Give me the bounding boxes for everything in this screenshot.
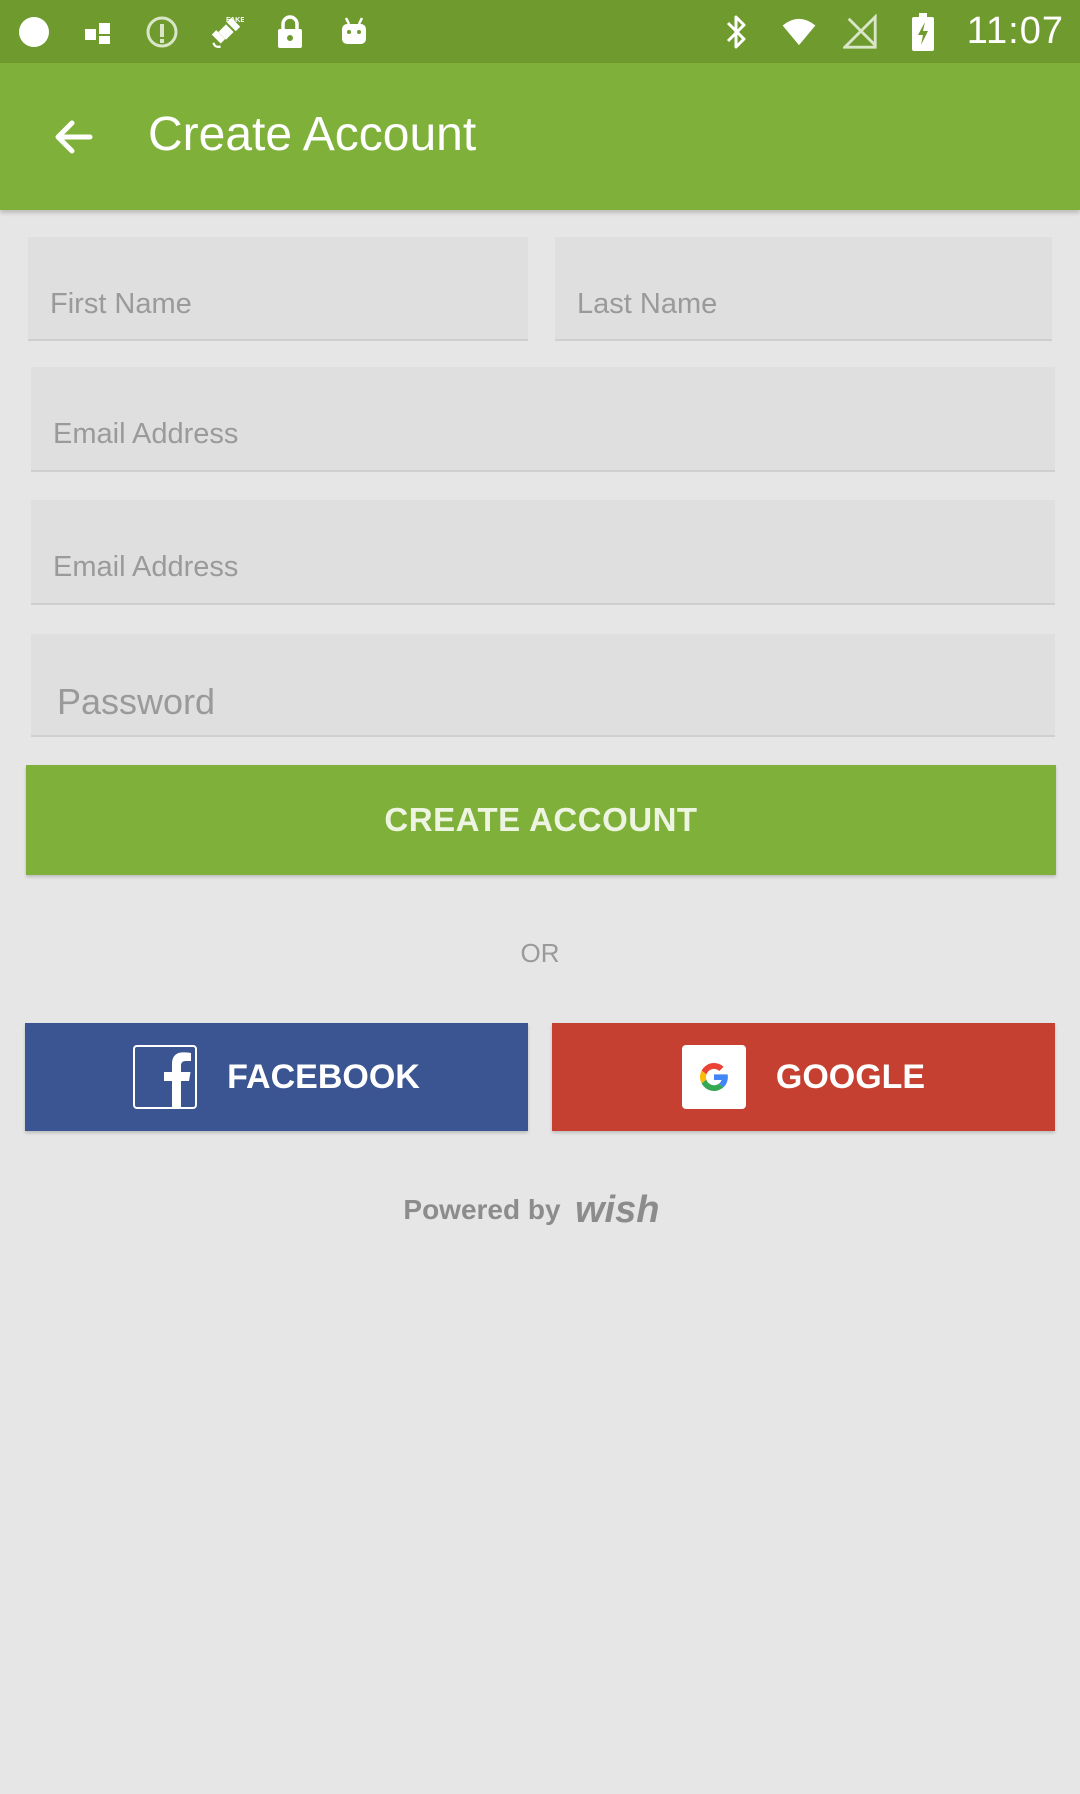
google-label: GOOGLE [775,1057,926,1096]
no-signal-icon [842,13,879,50]
grid-icon [80,14,116,50]
confirm-email-field-container [31,500,1055,605]
password-field[interactable] [31,634,1055,735]
arrow-left-icon [55,120,93,154]
facebook-label: FACEBOOK [227,1057,420,1096]
last-name-field-container [555,237,1052,341]
battery-charging-icon [905,12,941,51]
wifi-icon [781,14,817,50]
toolbar: Create Account [0,63,1080,210]
status-bar-right: 11:07 [719,0,1064,63]
password-field-container [31,634,1055,737]
create-account-button[interactable]: CREATE ACCOUNT [26,765,1056,875]
svg-text:wish: wish [575,1190,659,1230]
or-separator: OR [520,938,560,968]
facebook-icon [133,1045,198,1109]
email-field-container [31,367,1055,472]
lock-icon [272,14,308,50]
wish-logo: wish [575,1190,659,1230]
status-bar-left: FAKE [16,0,372,63]
powered-by: Powered by wish [0,1190,1080,1230]
first-name-field[interactable] [28,237,528,339]
svg-text:FAKE: FAKE [226,15,244,24]
android-icon [336,14,372,50]
info-icon [144,14,180,50]
bluetooth-icon [719,14,755,50]
facebook-login-button[interactable]: FACEBOOK [25,1023,528,1131]
back-button[interactable] [40,103,108,171]
powered-by-label: Powered by [403,1194,561,1225]
circle-icon [16,14,52,50]
first-name-field-container [28,237,528,341]
last-name-field[interactable] [555,237,1052,339]
status-bar: FAKE 11:07 [0,0,1080,63]
google-icon [681,1045,746,1109]
create-account-label: CREATE ACCOUNT [384,801,698,838]
satellite-icon: FAKE [208,14,244,50]
google-login-button[interactable]: GOOGLE [552,1023,1055,1131]
confirm-email-field[interactable] [31,500,1055,603]
page-title: Create Account [148,108,477,161]
status-time: 11:07 [966,10,1064,52]
email-field[interactable] [31,367,1055,470]
